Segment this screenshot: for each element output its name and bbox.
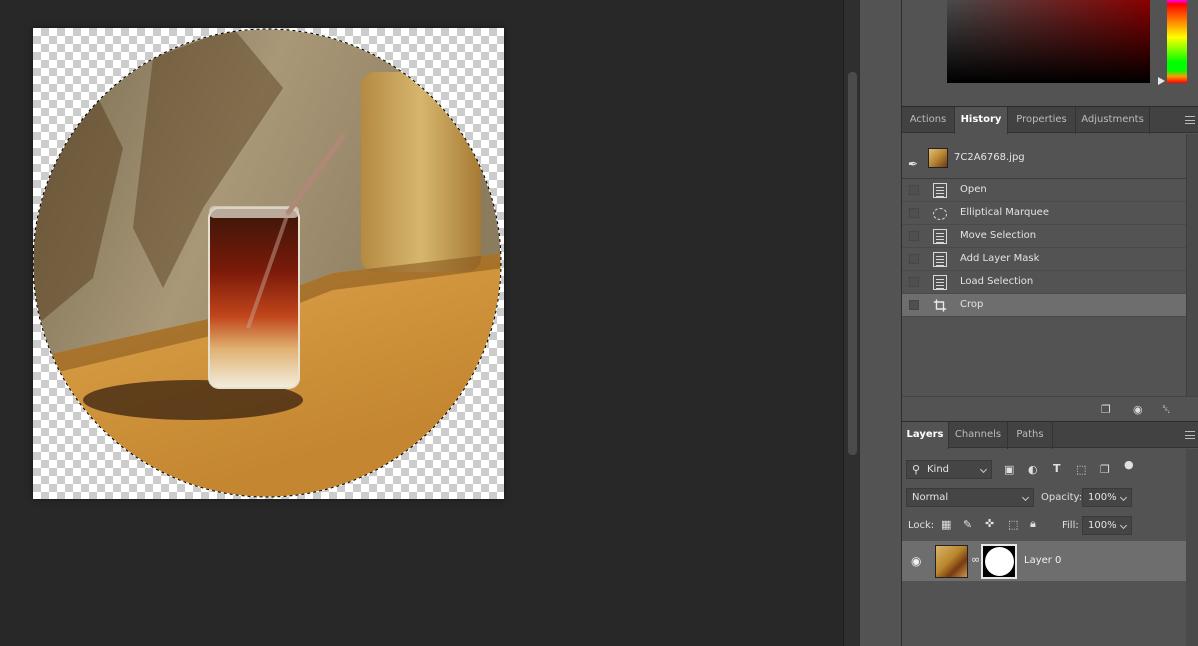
- camera-icon[interactable]: ◉: [1133, 403, 1143, 416]
- history-footer: ❐ ◉ ␡: [902, 396, 1198, 421]
- layers-panel-tabbar: Layers Channels Paths: [902, 421, 1198, 449]
- tab-adjustments[interactable]: Adjustments: [1076, 107, 1150, 134]
- history-checkbox[interactable]: [909, 277, 919, 287]
- history-snapshot[interactable]: ✒ 7C2A6768.jpg: [902, 142, 1186, 179]
- tab-properties[interactable]: Properties: [1008, 107, 1076, 134]
- layers-scrollbar[interactable]: [1186, 449, 1198, 646]
- adjustment-filter-icon[interactable]: ◐: [1028, 464, 1038, 476]
- panel-menu-icon[interactable]: [1185, 431, 1195, 439]
- history-item-load-selection[interactable]: Load Selection: [902, 271, 1186, 294]
- shape-filter-icon[interactable]: ⬚: [1076, 464, 1086, 476]
- history-item-move-selection[interactable]: Move Selection: [902, 225, 1186, 248]
- document-icon: [933, 183, 947, 198]
- snapshot-thumbnail: [928, 148, 948, 168]
- circular-photo: [33, 28, 502, 498]
- history-item-label: Load Selection: [960, 276, 1034, 287]
- history-checkbox[interactable]: [909, 185, 919, 195]
- mask-link-icon[interactable]: ∞: [971, 553, 980, 566]
- tab-layers[interactable]: Layers: [902, 422, 949, 449]
- history-item-label: Open: [960, 184, 987, 195]
- opacity-value: 100%: [1088, 492, 1117, 503]
- scrollbar-thumb[interactable]: [848, 72, 857, 455]
- layer-mask-thumbnail[interactable]: [981, 544, 1017, 579]
- history-item-label: Add Layer Mask: [960, 253, 1040, 264]
- type-filter-icon[interactable]: T: [1053, 463, 1061, 475]
- blend-mode-select[interactable]: Normal: [906, 488, 1034, 507]
- history-checkbox[interactable]: [909, 208, 919, 218]
- lock-image-pixels-icon[interactable]: ✎: [963, 519, 972, 531]
- hue-slider-handle[interactable]: [1158, 77, 1165, 85]
- canvas-vertical-scrollbar[interactable]: [843, 0, 859, 646]
- artboard-lock-icon[interactable]: ⬚: [1008, 519, 1018, 531]
- filter-kind-label: Kind: [927, 464, 950, 475]
- chevron-down-icon: [1021, 493, 1030, 502]
- snapshot-name: 7C2A6768.jpg: [954, 152, 1025, 163]
- layers-panel: ⚲ Kind ▣ ◐ T ⬚ ❐ ● Normal Opacity: 100% …: [902, 449, 1198, 646]
- color-field[interactable]: [947, 0, 1150, 83]
- history-panel-tabbar: Actions History Properties Adjustments: [902, 106, 1198, 134]
- blend-mode-value: Normal: [912, 492, 949, 503]
- smart-object-filter-icon[interactable]: ❐: [1100, 464, 1110, 476]
- history-item-add-layer-mask[interactable]: Add Layer Mask: [902, 248, 1186, 271]
- collapsed-panel-dock: [859, 0, 901, 646]
- lock-transparency-icon[interactable]: ▦: [941, 519, 951, 531]
- search-icon: ⚲: [912, 463, 921, 476]
- canvas-area[interactable]: [0, 0, 843, 646]
- lock-label: Lock:: [908, 520, 935, 531]
- fill-value: 100%: [1088, 520, 1117, 531]
- trash-icon[interactable]: ␡: [1162, 403, 1171, 417]
- document-icon: [933, 252, 947, 267]
- crop-icon: [933, 299, 947, 312]
- history-item-crop[interactable]: Crop: [902, 294, 1186, 317]
- tab-history[interactable]: History: [955, 107, 1008, 134]
- document-canvas[interactable]: [33, 28, 504, 499]
- history-checkbox[interactable]: [909, 254, 919, 264]
- layer-row[interactable]: ◉ ∞ Layer 0: [902, 541, 1186, 581]
- history-list: ✒ 7C2A6768.jpg Open Elliptical Marquee M…: [902, 134, 1198, 396]
- color-picker-panel: [902, 0, 1198, 105]
- history-checkbox[interactable]: [909, 300, 919, 310]
- history-checkbox[interactable]: [909, 231, 919, 241]
- image-filter-icon[interactable]: ▣: [1004, 464, 1014, 476]
- history-item-open[interactable]: Open: [902, 179, 1186, 202]
- new-document-from-state-icon[interactable]: ❐: [1101, 403, 1111, 416]
- chevron-down-icon: [1119, 493, 1128, 502]
- layer-thumbnail[interactable]: [935, 545, 968, 578]
- fill-label: Fill:: [1062, 520, 1079, 531]
- history-item-elliptical-marquee[interactable]: Elliptical Marquee: [902, 202, 1186, 225]
- layer-filter-kind-select[interactable]: ⚲ Kind: [906, 460, 992, 479]
- history-brush-icon[interactable]: ✒: [908, 157, 918, 171]
- eye-visibility-icon[interactable]: ◉: [911, 554, 921, 568]
- fill-input[interactable]: 100%: [1082, 516, 1132, 535]
- hue-slider-strip[interactable]: [1167, 0, 1187, 83]
- document-icon: [933, 229, 947, 244]
- opacity-label: Opacity:: [1041, 492, 1083, 503]
- tab-actions[interactable]: Actions: [902, 107, 955, 134]
- panel-menu-icon[interactable]: [1185, 116, 1195, 124]
- document-icon: [933, 275, 947, 290]
- right-panel-dock: Actions History Properties Adjustments ✒…: [901, 0, 1198, 646]
- history-item-label: Elliptical Marquee: [960, 207, 1049, 218]
- history-scrollbar[interactable]: [1186, 134, 1198, 396]
- filter-toggle-icon[interactable]: ●: [1124, 459, 1134, 471]
- chevron-down-icon: [1119, 521, 1128, 530]
- elliptical-marquee-icon: [933, 208, 947, 220]
- layer-name[interactable]: Layer 0: [1024, 555, 1061, 566]
- opacity-input[interactable]: 100%: [1082, 488, 1132, 507]
- history-item-label: Move Selection: [960, 230, 1037, 241]
- tab-paths[interactable]: Paths: [1008, 422, 1053, 449]
- lock-position-icon[interactable]: ✜: [985, 518, 994, 530]
- chevron-down-icon: [979, 465, 988, 474]
- history-item-label: Crop: [960, 299, 984, 310]
- tab-channels[interactable]: Channels: [949, 422, 1008, 449]
- lock-all-icon[interactable]: 🔒︎: [1030, 518, 1036, 530]
